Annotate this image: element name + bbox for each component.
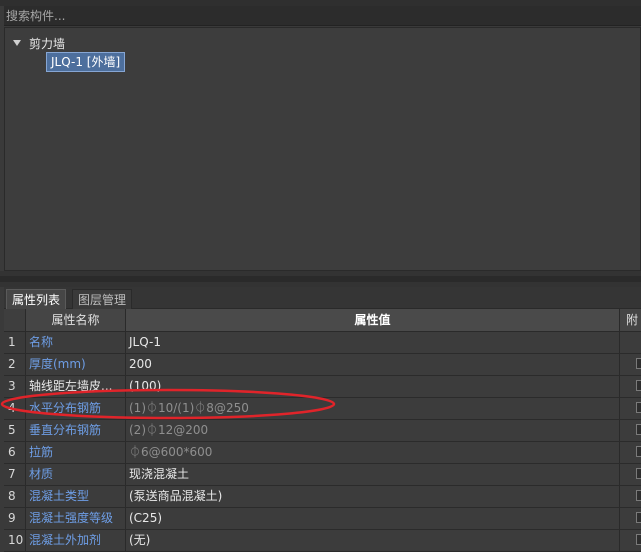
attach-checkbox[interactable] <box>636 380 641 391</box>
row-index: 5 <box>4 420 26 441</box>
table-row[interactable]: 3 轴线距左墙皮... (100) <box>4 376 641 398</box>
row-name: 轴线距左墙皮... <box>26 376 126 397</box>
row-index: 3 <box>4 376 26 397</box>
panel-splitter[interactable] <box>0 271 641 287</box>
row-name: 名称 <box>26 332 126 353</box>
table-row[interactable]: 4 水平分布钢筋 (1)⏀10/(1)⏀8@250 <box>4 398 641 420</box>
property-tabs: 属性列表 图层管理 <box>4 287 641 310</box>
table-row[interactable]: 2 厚度(mm) 200 <box>4 354 641 376</box>
table-row[interactable]: 7 材质 现浇混凝土 <box>4 464 641 486</box>
table-row[interactable]: 1 名称 JLQ-1 <box>4 332 641 354</box>
row-attach <box>620 398 641 419</box>
row-attach <box>620 464 641 485</box>
header-index <box>4 309 26 331</box>
row-value[interactable]: (100) <box>126 376 620 397</box>
row-value[interactable]: (1)⏀10/(1)⏀8@250 <box>126 398 620 419</box>
tab-layer-management[interactable]: 图层管理 <box>72 289 133 310</box>
table-row[interactable]: 5 垂直分布钢筋 (2)⏀12@200 <box>4 420 641 442</box>
row-value[interactable]: 200 <box>126 354 620 375</box>
grid-header: 属性名称 属性值 附 <box>4 309 641 332</box>
row-index: 1 <box>4 332 26 353</box>
search-input[interactable] <box>4 6 641 25</box>
table-row[interactable]: 6 拉筋 ⏀6@600*600 <box>4 442 641 464</box>
header-property-name[interactable]: 属性名称 <box>26 309 126 331</box>
row-attach <box>620 508 641 529</box>
attach-checkbox[interactable] <box>636 446 641 457</box>
row-attach <box>620 420 641 441</box>
attach-checkbox[interactable] <box>636 490 641 501</box>
row-index: 8 <box>4 486 26 507</box>
attach-checkbox[interactable] <box>636 402 641 413</box>
row-attach <box>620 332 641 353</box>
row-value[interactable]: (2)⏀12@200 <box>126 420 620 441</box>
attach-checkbox[interactable] <box>636 358 641 369</box>
search-bar <box>4 6 641 26</box>
property-grid: 属性名称 属性值 附 1 名称 JLQ-1 2 厚度(mm) 200 3 轴线距… <box>4 309 641 552</box>
row-attach <box>620 486 641 507</box>
row-value[interactable]: 现浇混凝土 <box>126 464 620 485</box>
expand-triangle-icon[interactable] <box>13 40 21 46</box>
row-name: 水平分布钢筋 <box>26 398 126 419</box>
attach-checkbox[interactable] <box>636 534 641 545</box>
row-name: 混凝土类型 <box>26 486 126 507</box>
row-index: 9 <box>4 508 26 529</box>
row-name: 拉筋 <box>26 442 126 463</box>
row-attach <box>620 442 641 463</box>
row-name: 厚度(mm) <box>26 354 126 375</box>
tree-node-jlq-1[interactable]: JLQ-1 [外墙] <box>46 52 126 72</box>
row-name: 混凝土强度等级 <box>26 508 126 529</box>
table-row[interactable]: 8 混凝土类型 (泵送商品混凝土) <box>4 486 641 508</box>
row-value[interactable]: (泵送商品混凝土) <box>126 486 620 507</box>
header-attach[interactable]: 附 <box>620 309 641 331</box>
row-index: 4 <box>4 398 26 419</box>
row-index: 2 <box>4 354 26 375</box>
header-property-value[interactable]: 属性值 <box>126 309 620 331</box>
row-attach <box>620 376 641 397</box>
row-index: 7 <box>4 464 26 485</box>
tree-node-label: 剪力墙 <box>29 36 66 51</box>
table-row[interactable]: 10 混凝土外加剂 (无) <box>4 530 641 552</box>
attach-checkbox[interactable] <box>636 512 641 523</box>
row-index: 6 <box>4 442 26 463</box>
table-row[interactable]: 9 混凝土强度等级 (C25) <box>4 508 641 530</box>
row-name: 材质 <box>26 464 126 485</box>
row-value[interactable]: JLQ-1 <box>126 332 620 353</box>
attach-checkbox[interactable] <box>636 424 641 435</box>
tab-property-list[interactable]: 属性列表 <box>6 289 67 310</box>
component-tree: 剪力墙 JLQ-1 [外墙] <box>4 27 641 271</box>
row-name: 垂直分布钢筋 <box>26 420 126 441</box>
row-attach <box>620 354 641 375</box>
row-value[interactable]: ⏀6@600*600 <box>126 442 620 463</box>
tree-node-shear-wall[interactable]: 剪力墙 <box>13 34 65 52</box>
row-value[interactable]: (C25) <box>126 508 620 529</box>
attach-checkbox[interactable] <box>636 468 641 479</box>
